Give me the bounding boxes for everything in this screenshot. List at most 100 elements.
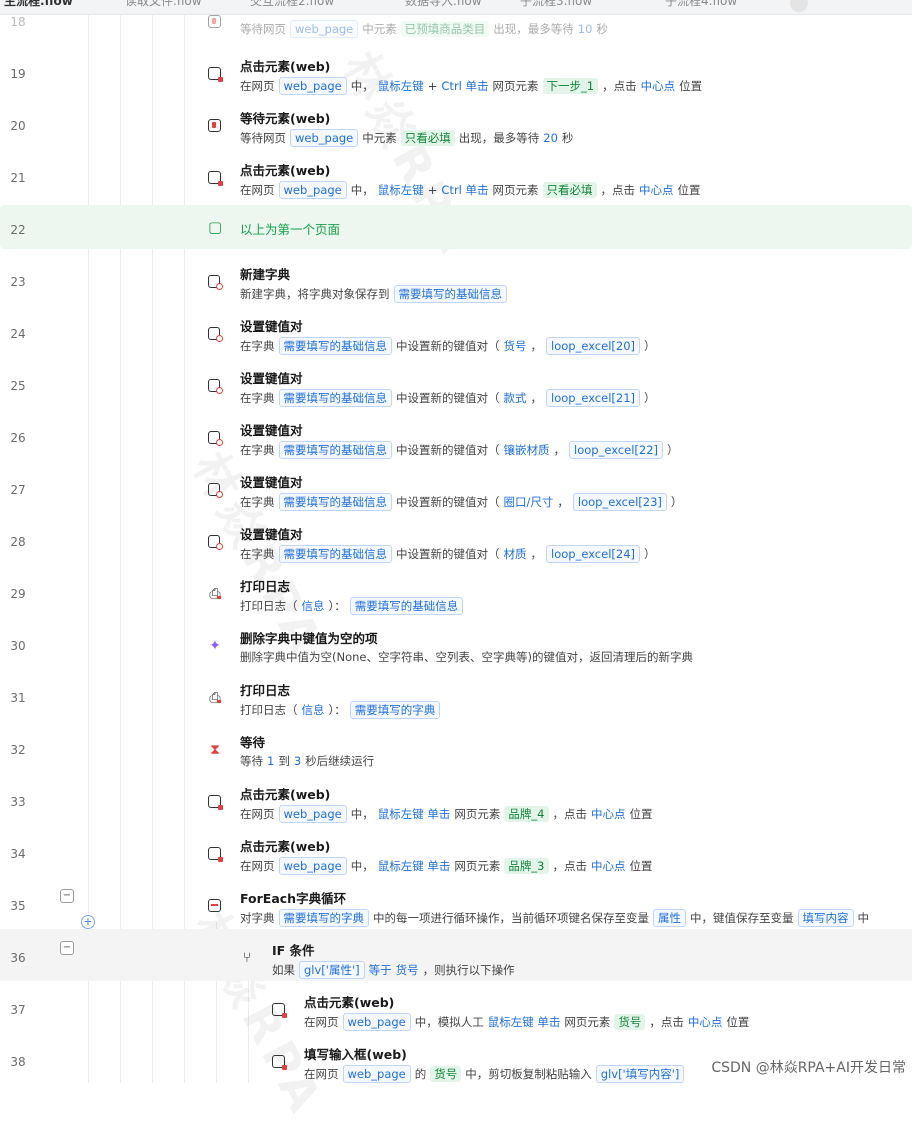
variable-tag[interactable]: 需要填写的基础信息 (278, 337, 392, 355)
element-tag[interactable]: 货号 (614, 1014, 646, 1030)
variable-tag[interactable]: loop_excel[24] (546, 545, 640, 563)
step-title: 等待元素(web) (240, 111, 331, 126)
keyword-text: 货号 (395, 963, 419, 977)
variable-tag[interactable]: glv['填写内容'] (595, 1065, 685, 1083)
variable-tag[interactable]: 需要填写的基础信息 (278, 441, 392, 459)
flow-step-row[interactable]: 21 点击元素(web) 在网页 web_page 中， 鼠标左键 + Ctrl 单击 网页元素… (0, 149, 912, 201)
flow-step-row[interactable]: 35 ForEach字典循环 对字典 需要填写的字典 中的每一项进行循环操作，当前循环项… (0, 877, 912, 929)
desc-text: 中， (350, 183, 374, 197)
element-tag[interactable]: 货号 (430, 1066, 462, 1082)
flow-step-row[interactable]: 37 点击元素(web) 在网页 web_page 中，模拟人工 鼠标左键 单击 网页元素货… (0, 981, 912, 1033)
variable-tag[interactable]: web_page (342, 1013, 411, 1031)
desc-text: 中设置新的键值对（ (396, 547, 500, 561)
variable-tag[interactable]: 需要填写的基础信息 (349, 597, 464, 615)
element-tag[interactable]: 只看必填 (542, 182, 597, 198)
desc-text: 中设置新的键值对（ (396, 339, 500, 353)
desc-text: 在字典 (240, 495, 275, 509)
desc-text: 在字典 (240, 443, 275, 457)
step-title: ForEach字典循环 (240, 891, 347, 906)
desc-text: 出现，最多等待 (458, 131, 540, 145)
step-description: 在网页 web_page 中，模拟人工 鼠标左键 单击 网页元素 货号 ，点击 中心点 位置 (304, 1013, 753, 1031)
flow-step-row[interactable]: 19 点击元素(web) 在网页 web_page 中， 鼠标左键 + Ctrl 单击 网页元素… (0, 45, 912, 97)
keyword-text: 鼠标左键 (377, 79, 424, 93)
variable-tag[interactable]: 需要填写的字典 (278, 909, 369, 927)
variable-tag[interactable]: 填写内容 (797, 909, 854, 927)
keyword-text: 信息 (301, 599, 325, 613)
desc-text: 秒 (561, 131, 574, 145)
flow-step-row[interactable]: 34 点击元素(web) 在网页 web_page 中， 鼠标左键 单击 网页元素 品牌_3，… (0, 825, 912, 877)
desc-text: 在字典 (240, 391, 275, 405)
step-description: 等待网页 web_page 中元素 已预填商品类目 出现，最多等待 10 秒 (240, 20, 612, 38)
line-number: 23 (10, 275, 26, 289)
variable-tag[interactable]: 需要填写的基础信息 (278, 493, 392, 511)
variable-tag[interactable]: 需要填写的字典 (349, 701, 441, 719)
variable-tag[interactable]: 属性 (653, 909, 686, 927)
keyword-text: 中心点 (639, 183, 674, 197)
desc-text: 中设置新的键值对（ (396, 391, 500, 405)
flow-step-row[interactable]: 26 设置键值对 在字典 需要填写的基础信息 中设置新的键值对（ 镶嵌材质， loop_ex… (0, 409, 912, 461)
flow-step-row[interactable]: 32 ⧗ 等待 等待 1 到 3 秒后继续运行 (0, 721, 912, 773)
variable-tag[interactable]: 需要填写的基础信息 (393, 285, 507, 303)
variable-tag[interactable]: 需要填写的基础信息 (278, 389, 392, 407)
desc-text: ， (530, 391, 543, 405)
variable-tag[interactable]: glv['属性'] (299, 961, 365, 979)
element-tag[interactable]: 下一步_1 (542, 78, 599, 94)
step-description: 在字典 需要填写的基础信息 中设置新的键值对（ 材质， loop_excel[24] ） (240, 545, 660, 563)
step-title: 点击元素(web) (240, 163, 331, 178)
line-number: 32 (10, 743, 26, 757)
variable-tag[interactable]: web_page (290, 129, 359, 147)
step-title: 点击元素(web) (240, 59, 331, 74)
line-number: 21 (10, 171, 26, 185)
click-element-icon (208, 171, 223, 186)
step-title: 设置键值对 (240, 527, 303, 542)
desc-text: + (427, 183, 438, 197)
dict-set-icon (208, 327, 223, 342)
flow-step-row[interactable]: 28 设置键值对 在字典 需要填写的基础信息 中设置新的键值对（ 材质， loop_exce… (0, 513, 912, 565)
desc-text: 打印日志（ (240, 703, 298, 717)
collapse-button-if[interactable]: − (60, 941, 74, 955)
flow-step-row[interactable]: 29 ⎙ 打印日志 打印日志（ 信息）： 需要填写的基础信息 (0, 565, 912, 617)
desc-text: ，点击 (552, 807, 588, 821)
click-element-icon (208, 67, 223, 82)
line-number: 25 (10, 379, 26, 393)
flow-step-row[interactable]: 24 设置键值对 在字典 需要填写的基础信息 中设置新的键值对（ 货号， loop_exce… (0, 305, 912, 357)
variable-tag[interactable]: loop_excel[22] (569, 441, 663, 459)
variable-tag[interactable]: loop_excel[21] (546, 389, 640, 407)
variable-tag[interactable]: web_page (342, 1065, 411, 1083)
keyword-text: 中心点 (591, 807, 626, 821)
comment-icon: ▢ (208, 218, 223, 236)
variable-tag[interactable]: web_page (278, 805, 347, 823)
step-title: 设置键值对 (240, 475, 303, 490)
element-tag[interactable]: 品牌_3 (504, 858, 549, 874)
step-description: 删除字典中值为空(None、空字符串、空列表、空字典等)的键值对，返回清理后的新… (240, 649, 697, 665)
line-number: 37 (10, 1003, 26, 1017)
desc-text: ） (644, 547, 656, 561)
desc-text: + (427, 79, 438, 93)
add-step-button[interactable]: + (81, 915, 95, 929)
flow-step-row[interactable]: 33 点击元素(web) 在网页 web_page 中， 鼠标左键 单击 网页元素 品牌_4，… (0, 773, 912, 825)
flow-step-row[interactable]: 31 ⎙ 打印日志 打印日志（ 信息）： 需要填写的字典 (0, 669, 912, 721)
flow-step-row[interactable]: 23 新建字典 新建字典，将字典对象保存到 需要填写的基础信息 (0, 253, 912, 305)
fill-input-icon (272, 1055, 287, 1070)
flow-step-row[interactable]: 20 等待元素(web) 等待网页 web_page 中元素 只看必填 出现，最多等待 20 秒 (0, 97, 912, 149)
line-number: 36 (10, 951, 26, 965)
variable-tag[interactable]: loop_excel[23] (572, 493, 667, 511)
desc-text: ）： (328, 703, 346, 717)
comment-row[interactable]: 22 ▢ 以上为第一个页面 (0, 205, 912, 249)
element-tag[interactable]: 已预填商品类目 (400, 21, 490, 37)
variable-tag[interactable]: loop_excel[20] (546, 337, 640, 355)
variable-tag[interactable]: web_page (278, 181, 347, 199)
collapse-button-foreach[interactable]: − (60, 889, 74, 903)
element-tag[interactable]: 只看必填 (400, 130, 455, 146)
flow-step-row[interactable]: 18 等待网页 web_page 中元素 已预填商品类目 出现，最多等待 10 秒 (0, 0, 912, 45)
flow-step-row[interactable]: 30 ✦ 删除字典中键值为空的项 删除字典中值为空(None、空字符串、空列表、空字典… (0, 617, 912, 669)
flow-step-row[interactable]: 36 ⑂ IF 条件 如果 glv['属性'] 等于 货号 ，则执行以下操作 (0, 929, 912, 981)
flow-step-row[interactable]: 27 设置键值对 在字典 需要填写的基础信息 中设置新的键值对（ 圈口/尺寸， loop_e… (0, 461, 912, 513)
variable-tag[interactable]: web_page (278, 77, 347, 95)
desc-text: 中的每一项进行循环操作，当前循环项键名保存至变量 (373, 911, 649, 925)
element-tag[interactable]: 品牌_4 (504, 806, 549, 822)
variable-tag[interactable]: 需要填写的基础信息 (278, 545, 392, 563)
flow-step-row[interactable]: 25 设置键值对 在字典 需要填写的基础信息 中设置新的键值对（ 款式， loop_exce… (0, 357, 912, 409)
variable-tag[interactable]: web_page (278, 857, 347, 875)
variable-tag[interactable]: web_page (290, 20, 359, 38)
